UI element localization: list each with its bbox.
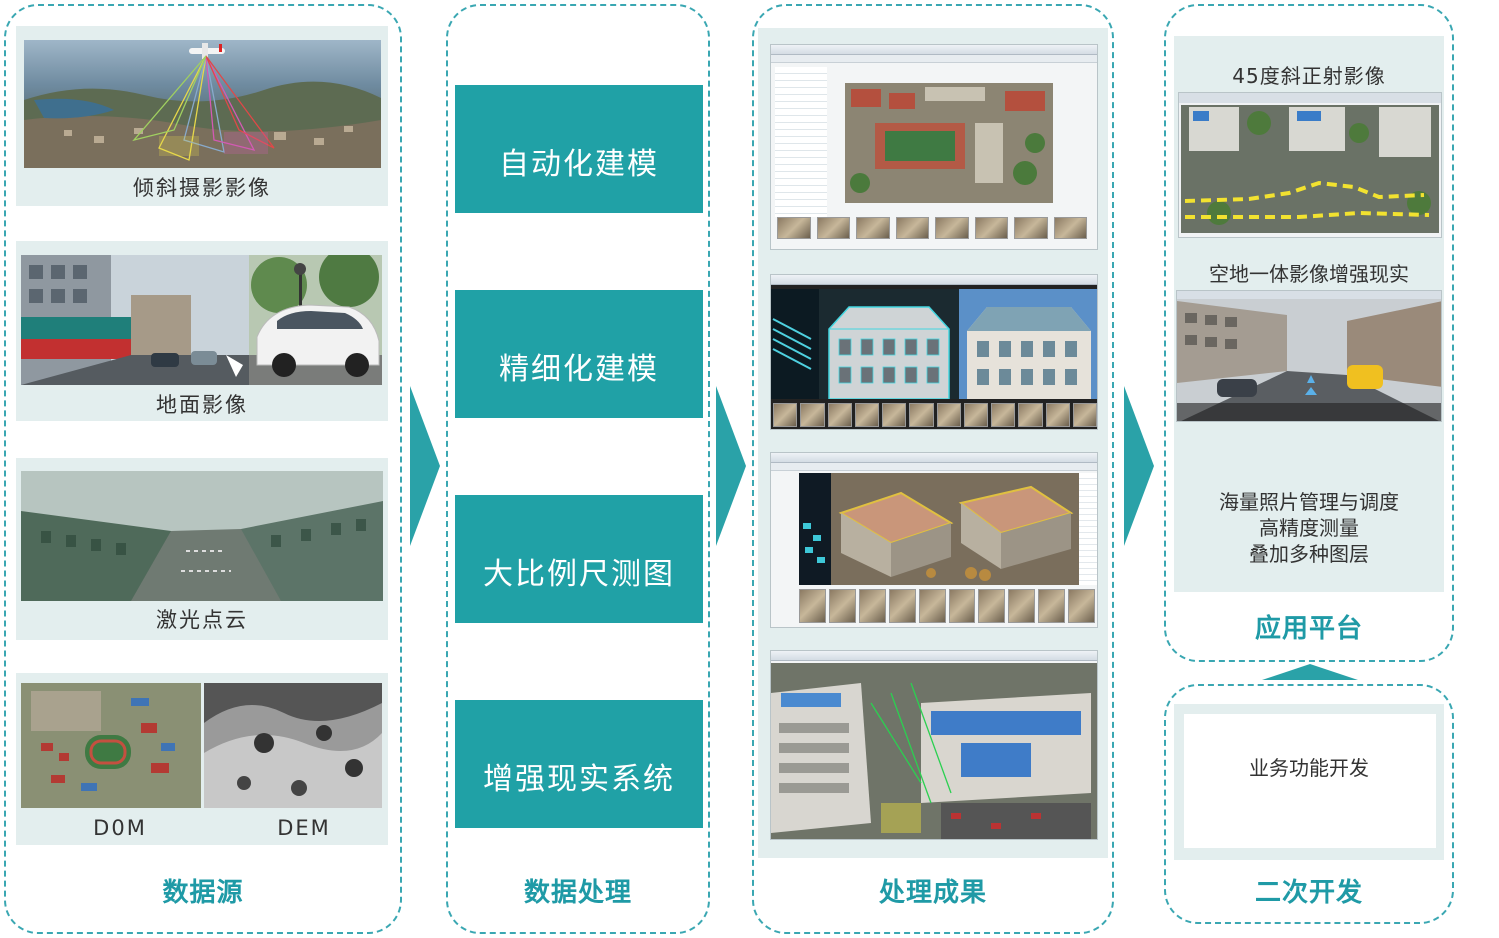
- building-wireframe-view: [819, 289, 959, 399]
- results-title: 处理成果: [878, 878, 987, 908]
- dom-dem-card: D0M DEM: [16, 673, 388, 845]
- augmented-reality-step: 增强现实系统: [455, 700, 703, 828]
- dem-label: DEM: [277, 816, 331, 840]
- lidar-point-cloud-image: [21, 471, 383, 601]
- window-toolbar: [771, 55, 1097, 63]
- 3d-model-view: [831, 473, 1079, 585]
- file-tree-panel: [775, 67, 827, 217]
- building-photo-view: [959, 289, 1097, 399]
- auto-modeling-result-screenshot: [770, 44, 1098, 250]
- oblique-ortho-screenshot: [1178, 92, 1442, 238]
- development-box: [1184, 714, 1436, 848]
- photo-thumbnail-strip: [777, 217, 1087, 239]
- auto-modeling-step: 自动化建模: [455, 85, 703, 213]
- feature-layer-overlay: 叠加多种图层: [1249, 542, 1369, 566]
- ar-system-result-screenshot: [770, 650, 1098, 840]
- dom-image: [21, 683, 201, 808]
- dark-side-panel: [799, 473, 831, 585]
- window-titlebar: [771, 453, 1097, 463]
- window-toolbar: [771, 463, 1097, 471]
- large-scale-mapping-step: 大比例尺测图: [455, 495, 703, 623]
- up-arrow: [1262, 664, 1358, 680]
- business-development-label: 业务功能开发: [1249, 756, 1369, 780]
- ar-caption: 空地一体影像增强现实: [1209, 262, 1409, 286]
- ar-street-screenshot: [1176, 290, 1442, 422]
- feature-photo-management: 海量照片管理与调度: [1219, 490, 1399, 514]
- aerial-preview: [845, 83, 1053, 203]
- window-titlebar: [771, 651, 1097, 661]
- feature-precise-measurement: 高精度测量: [1259, 516, 1359, 540]
- window-titlebar: [771, 275, 1097, 285]
- oblique-photo-label: 倾斜摄影影像: [133, 176, 271, 200]
- oblique-photo-image: [24, 40, 381, 168]
- lidar-label: 激光点云: [156, 608, 248, 632]
- ground-image-card: 地面影像: [16, 241, 388, 421]
- data-source-title: 数据源: [162, 878, 244, 908]
- flow-arrow-3: [1124, 386, 1154, 546]
- fine-modeling-result-screenshot: [770, 274, 1098, 430]
- photo-thumbnail-strip: [773, 403, 1097, 427]
- flow-arrow-1: [410, 386, 440, 546]
- right-property-panel: [1079, 473, 1097, 585]
- point-cloud-view: [771, 289, 819, 399]
- survey-car-image: [249, 255, 382, 385]
- mapping-result-screenshot: [770, 452, 1098, 628]
- photo-thumbnail-strip: [799, 589, 1096, 623]
- secondary-development-title: 二次开发: [1254, 878, 1363, 908]
- fine-modeling-step: 精细化建模: [455, 290, 703, 418]
- ground-image-label: 地面影像: [156, 393, 248, 417]
- street-view-image: [21, 255, 249, 385]
- window-titlebar: [771, 45, 1097, 55]
- oblique-photo-card: 倾斜摄影影像: [16, 26, 388, 206]
- application-platform-title: 应用平台: [1254, 614, 1363, 644]
- ar-aerial-view: [771, 663, 1097, 839]
- dom-label: D0M: [93, 816, 147, 840]
- lidar-card: 激光点云: [16, 458, 388, 640]
- data-processing-title: 数据处理: [523, 878, 632, 908]
- dem-image: [204, 683, 382, 808]
- flow-arrow-2: [716, 386, 746, 546]
- oblique-ortho-caption: 45度斜正射影像: [1232, 64, 1386, 88]
